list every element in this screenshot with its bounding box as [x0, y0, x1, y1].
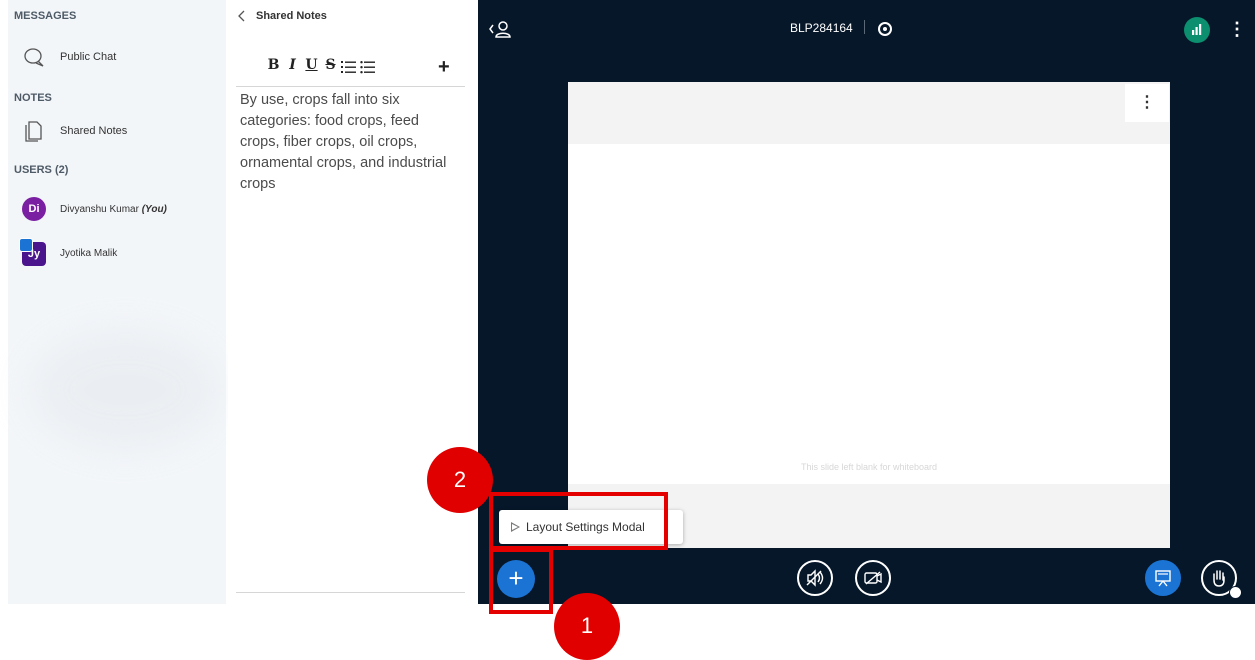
user-name: Jyotika Malik [60, 247, 118, 259]
user-item[interactable]: Jy Jyotika Malik [8, 236, 226, 270]
users-section-title: USERS (2) [14, 164, 69, 176]
user-list-panel: MESSAGES Public Chat NOTES Shared Notes … [8, 0, 226, 604]
record-icon[interactable] [878, 22, 892, 36]
callout-number-2: 2 [427, 447, 493, 513]
chevron-left-icon[interactable] [238, 10, 246, 22]
messages-section-title: MESSAGES [14, 10, 77, 22]
avatar: Di [22, 197, 46, 221]
notes-title: Shared Notes [256, 10, 327, 22]
slide-top-band [568, 82, 1170, 144]
toggle-userlist-icon[interactable] [488, 18, 514, 40]
sidebar-item-shared-notes[interactable]: Shared Notes [8, 114, 226, 148]
user-you-tag: (You) [141, 203, 167, 215]
strikethrough-button[interactable]: S [321, 57, 340, 77]
notes-section-title: NOTES [14, 92, 52, 104]
meeting-title: BLP284164 [790, 21, 853, 35]
camera-off-icon [864, 571, 882, 585]
plus-icon[interactable]: + [438, 56, 450, 79]
signal-icon [1192, 24, 1202, 35]
ordered-list-icon[interactable] [340, 59, 359, 75]
presentation-icon [1155, 570, 1171, 587]
presentation-toggle-button[interactable] [1145, 560, 1181, 596]
bold-button[interactable]: B [264, 57, 283, 77]
slide-options-icon[interactable]: ⋮ [1125, 84, 1169, 122]
underline-button[interactable]: U [302, 57, 321, 77]
hand-status-badge [1229, 586, 1242, 599]
chat-icon [24, 48, 44, 67]
mute-audio-button[interactable] [797, 560, 833, 596]
title-divider [864, 20, 865, 34]
connection-status-button[interactable] [1184, 17, 1210, 43]
notes-editor[interactable]: By use, crops fall into six categories: … [240, 90, 455, 195]
user-name-text: Divyanshu Kumar [60, 203, 139, 215]
public-chat-label: Public Chat [60, 51, 117, 63]
presentation-slide[interactable]: ⋮ This slide left blank for whiteboard [568, 82, 1170, 548]
shared-notes-panel: Shared Notes B I U S + By use, crops fal… [228, 0, 465, 604]
shared-notes-label: Shared Notes [60, 125, 128, 137]
italic-button[interactable]: I [283, 57, 302, 77]
panel-shadow [30, 330, 220, 450]
bullet-list-icon[interactable] [359, 59, 378, 75]
notes-icon [25, 121, 42, 142]
highlight-box-layout-settings [489, 492, 668, 550]
slide-caption: This slide left blank for whiteboard [800, 462, 938, 472]
presenter-icon [19, 238, 33, 252]
notes-divider [236, 86, 465, 87]
notes-toolbar: B I U S [264, 57, 378, 77]
user-name: Divyanshu Kumar (You) [60, 204, 167, 215]
speaker-muted-icon [806, 569, 824, 587]
callout-number-1: 1 [554, 593, 620, 660]
sidebar-item-public-chat[interactable]: Public Chat [8, 40, 226, 74]
toggle-camera-button[interactable] [855, 560, 891, 596]
notes-bottom-divider [236, 592, 465, 593]
raise-hand-button[interactable] [1201, 560, 1242, 599]
notes-header[interactable]: Shared Notes [238, 10, 327, 22]
highlight-box-actions [489, 548, 553, 614]
options-menu-icon[interactable]: ⋮ [1228, 18, 1246, 40]
user-item[interactable]: Di Divyanshu Kumar (You) [8, 192, 226, 226]
